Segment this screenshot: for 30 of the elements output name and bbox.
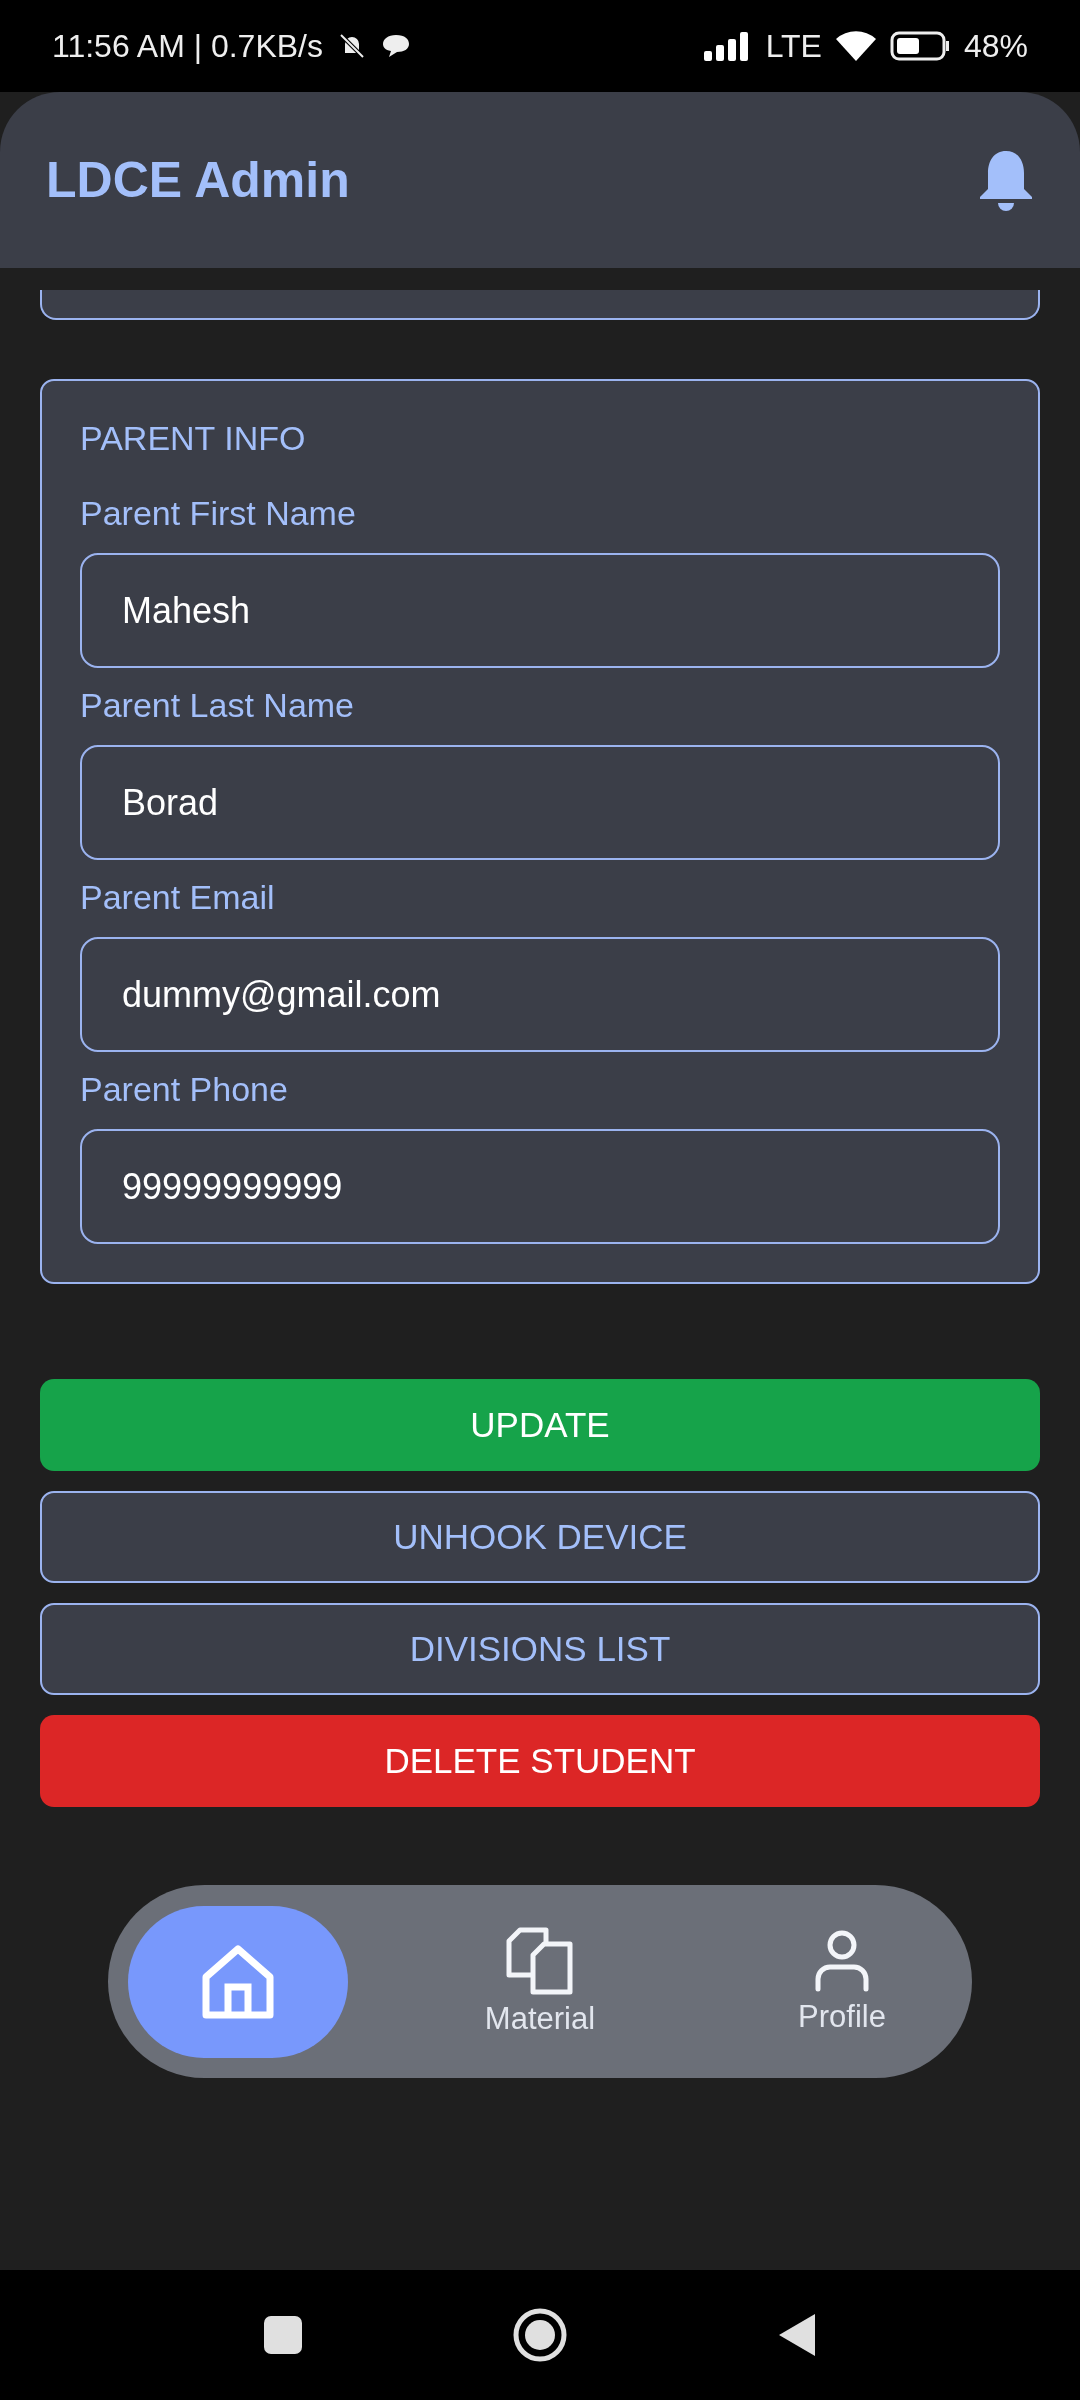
input-field[interactable]: Mahesh	[80, 553, 1000, 668]
nav-tab[interactable]: Profile	[732, 1905, 952, 2058]
network-type: LTE	[765, 27, 822, 65]
app-title: LDCE Admin	[46, 151, 350, 209]
action-button[interactable]: UNHOOK DEVICE	[40, 1491, 1040, 1583]
field-label: Parent Email	[80, 878, 276, 917]
input-field[interactable]: 99999999999	[80, 1129, 1000, 1244]
documents-icon	[506, 1926, 574, 1995]
home-button-icon[interactable]	[513, 2308, 567, 2362]
action-button[interactable]: UPDATE	[40, 1379, 1040, 1471]
battery-percent: 48%	[963, 27, 1028, 65]
status-time: 11:56 AM | 0.7KB/s	[52, 27, 323, 65]
recents-icon[interactable]	[263, 2315, 303, 2355]
field-label: Parent First Name	[80, 494, 357, 533]
section-heading: PARENT INFO	[80, 419, 307, 458]
input-field[interactable]: dummy@gmail.com	[80, 937, 1000, 1052]
field-label: Parent Last Name	[80, 686, 356, 725]
battery-icon	[889, 31, 950, 61]
wifi-icon	[835, 31, 876, 61]
bell-icon[interactable]	[978, 149, 1034, 211]
chat-bubble-icon	[381, 33, 411, 59]
action-button[interactable]: DIVISIONS LIST	[40, 1603, 1040, 1695]
field-label: Parent Phone	[80, 1070, 289, 1109]
nav-tab[interactable]: Material	[430, 1905, 650, 2058]
input-field[interactable]: Borad	[80, 745, 1000, 860]
home-icon	[202, 1942, 274, 2021]
person-icon	[814, 1928, 870, 1993]
back-icon[interactable]	[777, 2312, 817, 2358]
muted-bell-icon	[337, 31, 367, 61]
action-button[interactable]: DELETE STUDENT	[40, 1715, 1040, 1807]
